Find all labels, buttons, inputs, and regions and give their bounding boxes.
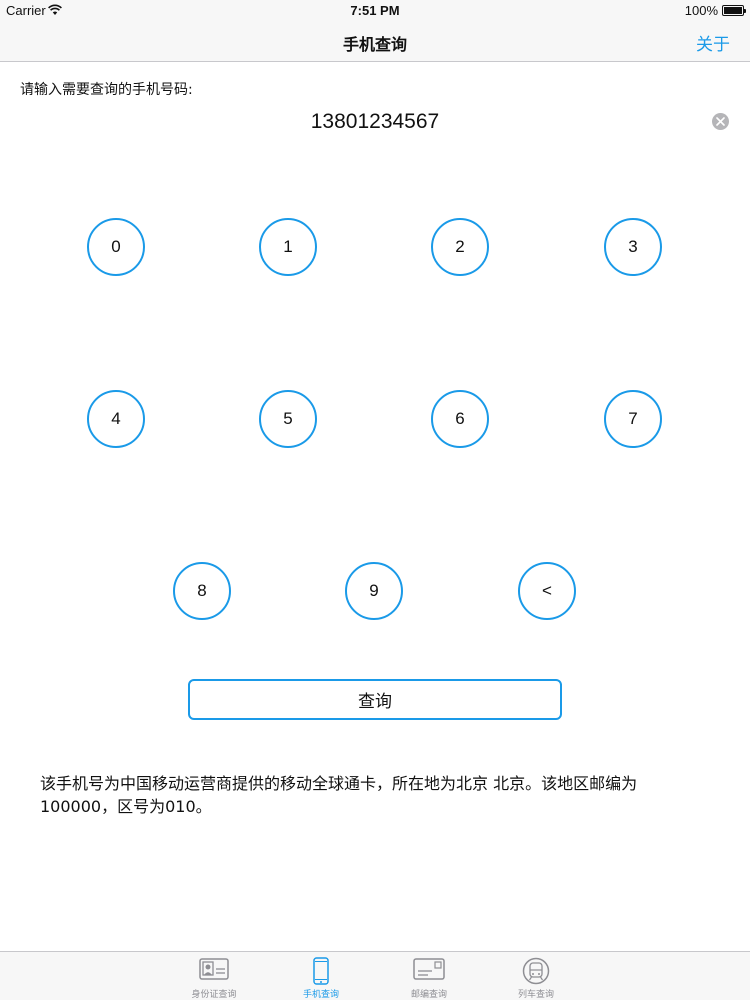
query-result-text: 该手机号为中国移动运营商提供的移动全球通卡，所在地为北京 北京。该地区邮编为10… — [40, 774, 638, 816]
backspace-key[interactable]: < — [518, 562, 576, 620]
key-3[interactable]: 3 — [604, 218, 662, 276]
key-8[interactable]: 8 — [173, 562, 231, 620]
clock-time: 7:51 PM — [350, 3, 400, 18]
key-0[interactable]: 0 — [87, 218, 145, 276]
tab-bar: 身份证查询 手机查询 邮编查询 列车查询 — [0, 951, 750, 1000]
tab-label: 身份证查询 — [191, 990, 237, 1000]
key-6[interactable]: 6 — [431, 390, 489, 448]
mobile-phone-icon — [313, 957, 329, 985]
status-bar: Carrier 7:51 PM 100% — [0, 0, 750, 22]
phone-input-prompt: 请输入需要查询的手机号码: — [20, 82, 193, 98]
tab-label: 邮编查询 — [410, 990, 447, 1000]
key-9[interactable]: 9 — [345, 562, 403, 620]
query-button[interactable]: 查询 — [188, 679, 562, 720]
navigation-bar: 手机查询 关于 — [0, 22, 750, 62]
key-5[interactable]: 5 — [259, 390, 317, 448]
postcard-icon — [413, 958, 445, 980]
tab-postcode-query[interactable]: 邮编查询 — [391, 952, 467, 1000]
clear-input-button[interactable] — [712, 113, 729, 130]
clear-icon — [716, 117, 725, 126]
tab-id-card-query[interactable]: 身份证查询 — [176, 952, 252, 1000]
tab-train-query[interactable]: 列车查询 — [498, 952, 574, 1000]
key-1[interactable]: 1 — [259, 218, 317, 276]
tab-label: 列车查询 — [517, 990, 554, 1000]
id-card-icon — [199, 958, 229, 980]
key-2[interactable]: 2 — [431, 218, 489, 276]
page-title: 手机查询 — [342, 35, 407, 54]
key-4[interactable]: 4 — [87, 390, 145, 448]
train-icon — [522, 957, 550, 985]
tab-label: 手机查询 — [302, 990, 339, 1000]
tab-mobile-query[interactable]: 手机查询 — [283, 952, 359, 1000]
battery-icon — [722, 5, 746, 16]
about-button[interactable]: 关于 — [696, 30, 730, 55]
battery-percentage: 100% — [684, 3, 718, 18]
key-7[interactable]: 7 — [604, 390, 662, 448]
phone-number-field[interactable]: 13801234567 — [0, 110, 750, 134]
